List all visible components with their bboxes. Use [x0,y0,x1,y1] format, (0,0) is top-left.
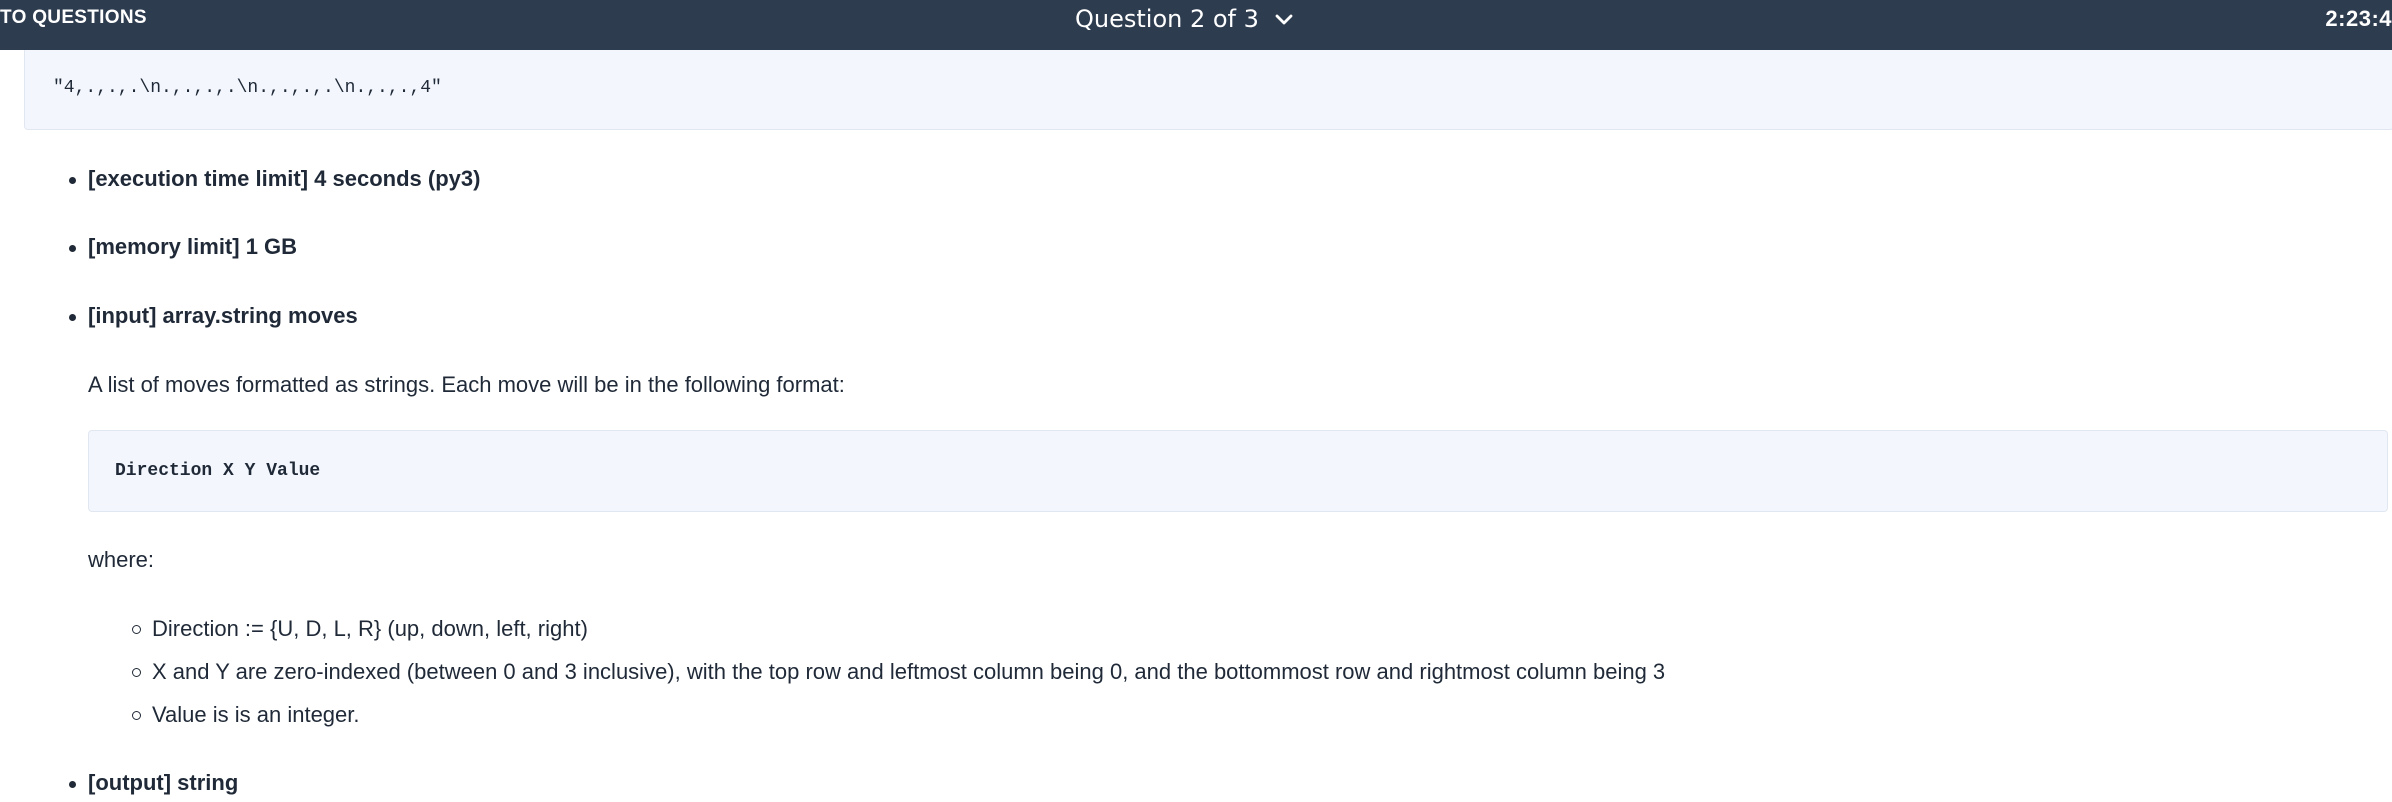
move-format-code: Direction X Y Value [88,430,2388,512]
spec-memory-limit: [memory limit] 1 GB [68,234,298,259]
spec-input-label: [input] array.string moves [69,303,358,328]
back-to-questions-link[interactable]: TO QUESTIONS [0,0,147,36]
countdown-timer: 2:23:4 [2325,6,2392,31]
example-output-code: "4,.,.,.\n.,.,.,.\n.,.,.,.\n.,.,.,4" [24,50,2392,130]
where-item-coordinates: X and Y are zero-indexed (between 0 and … [131,659,1666,684]
top-bar: TO QUESTIONS Question 2 of 3 2:23:4 [0,0,2392,50]
example-output-text: "4,.,.,.\n.,.,.,.\n.,.,.,.\n.,.,.,4" [53,78,442,98]
spec-time-limit: [execution time limit] 4 seconds (py3) [68,166,481,191]
question-selector-label: Question 2 of 3 [1075,5,1259,33]
where-item-direction: Direction := {U, D, L, R} (up, down, lef… [132,616,588,641]
where-item-value: Value is is an integer. [132,702,360,727]
question-selector[interactable]: Question 2 of 3 [1075,0,1293,38]
problem-description: "4,.,.,.\n.,.,.,.\n.,.,.,.\n.,.,.,4" [ex… [0,50,2392,802]
chevron-down-icon [1275,0,1293,37]
spec-output-label: [output] string [68,770,239,795]
move-format-text: Direction X Y Value [115,461,321,481]
where-label: where: [88,547,155,572]
input-description: A list of moves formatted as strings. Ea… [88,372,845,397]
